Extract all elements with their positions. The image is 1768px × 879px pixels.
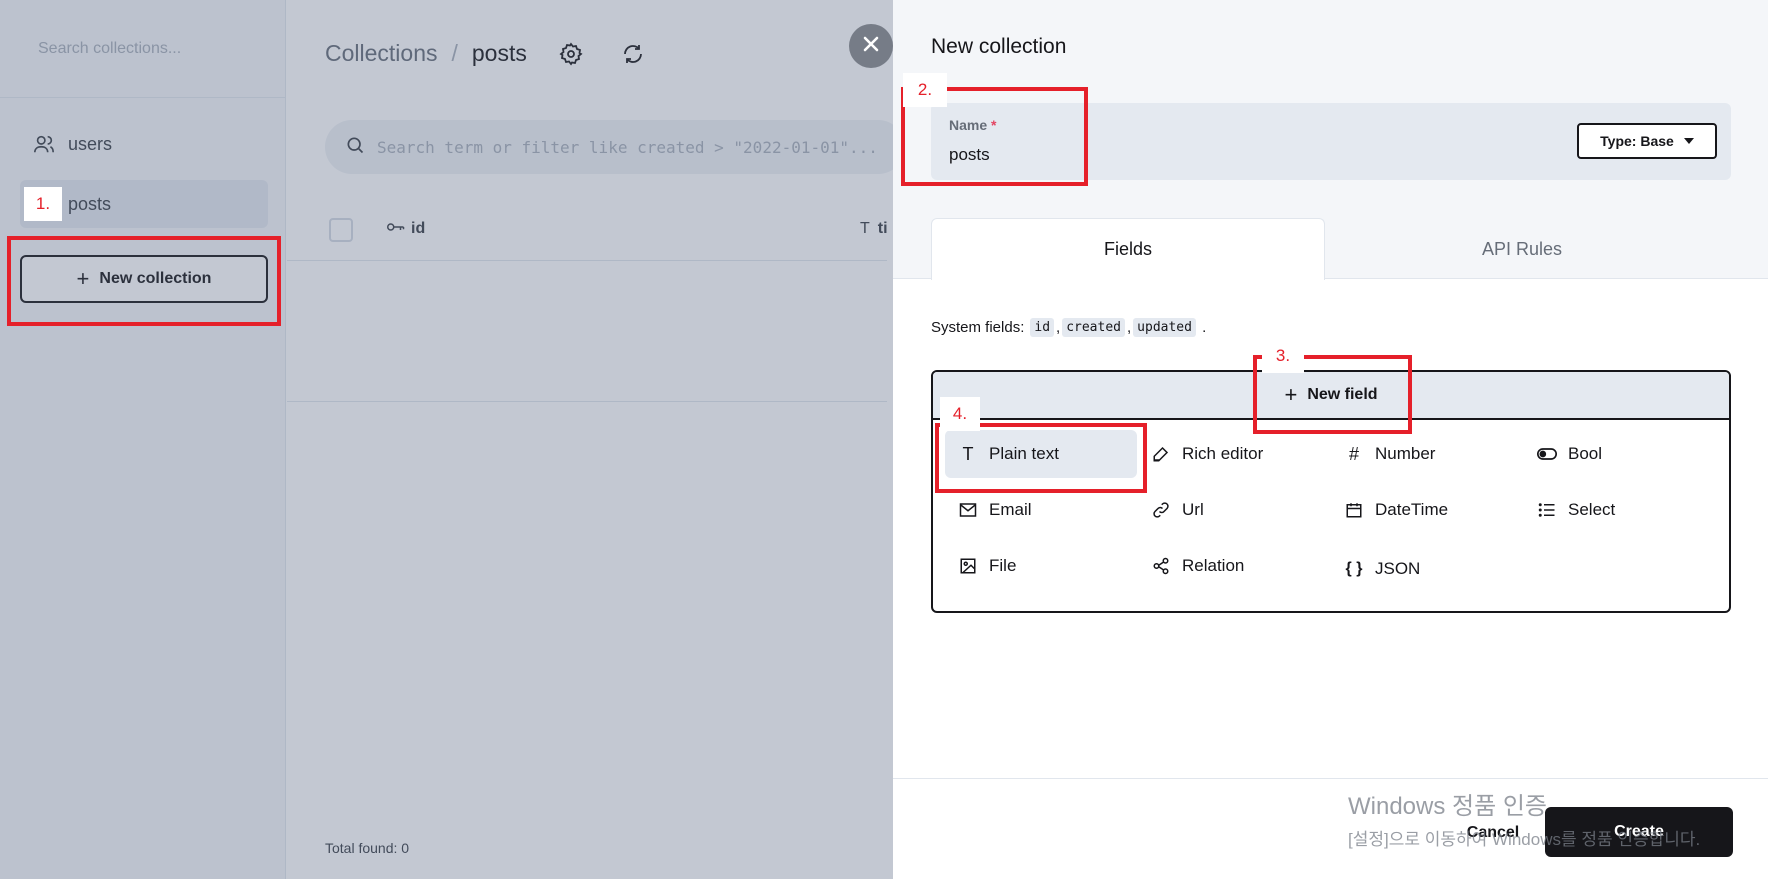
system-field-created: created — [1062, 318, 1125, 337]
field-type-label: Select — [1568, 500, 1616, 519]
caret-down-icon — [1683, 138, 1694, 144]
field-type-number[interactable]: # Number — [1331, 430, 1523, 478]
link-icon — [1150, 499, 1172, 521]
system-field-updated: updated — [1133, 318, 1196, 337]
field-type-datetime[interactable]: DateTime — [1331, 486, 1523, 534]
windows-activation-watermark: Windows 정품 인증 [설정]으로 이동하여 Windows를 정품 인증… — [1348, 786, 1700, 850]
modal-overlay[interactable] — [0, 0, 893, 879]
field-type-url[interactable]: Url — [1138, 486, 1330, 534]
annotation-step-3: 3. — [1262, 339, 1304, 373]
field-type-file[interactable]: File — [945, 542, 1137, 590]
close-panel-button[interactable] — [849, 24, 893, 68]
toggle-icon — [1536, 443, 1558, 465]
tab-fields[interactable]: Fields — [931, 218, 1325, 280]
field-type-label: Email — [989, 500, 1032, 519]
field-type-relation[interactable]: Relation — [1138, 542, 1330, 590]
relation-icon — [1150, 555, 1172, 577]
type-dropdown-label: Type: Base — [1600, 133, 1674, 149]
braces-icon: { } — [1345, 560, 1363, 577]
field-type-rich-editor[interactable]: Rich editor — [1138, 430, 1330, 478]
hash-icon: # — [1348, 443, 1359, 464]
image-icon — [957, 555, 979, 577]
annotation-step-2: 2. — [903, 73, 947, 107]
annotation-step-1: 1. — [24, 187, 62, 221]
field-type-email[interactable]: Email — [945, 486, 1137, 534]
field-type-label: DateTime — [1375, 500, 1449, 519]
annotation-step-4: 4. — [940, 397, 980, 431]
pen-icon — [1150, 443, 1172, 465]
system-fields: System fields: id, created, updated . — [931, 318, 1207, 337]
mail-icon — [957, 499, 979, 521]
field-type-label: Bool — [1568, 444, 1603, 463]
panel-title: New collection — [931, 35, 1067, 58]
type-dropdown-button[interactable]: Type: Base — [1577, 123, 1717, 159]
field-type-label: Number — [1375, 444, 1436, 463]
list-icon — [1536, 499, 1558, 521]
tab-api-rules-label: API Rules — [1481, 238, 1563, 259]
watermark-line-2: [설정]으로 이동하여 Windows를 정품 인증합니다. — [1348, 830, 1701, 849]
tab-api-rules[interactable]: API Rules — [1325, 218, 1719, 280]
close-icon — [862, 35, 880, 58]
system-fields-label: System fields: — [931, 319, 1025, 336]
field-type-label: Url — [1182, 500, 1204, 519]
field-type-label: File — [989, 556, 1017, 575]
field-type-label: Rich editor — [1182, 444, 1264, 463]
annotation-highlight-1 — [7, 236, 281, 326]
system-field-id: id — [1030, 318, 1055, 337]
watermark-line-1: Windows 정품 인증 — [1348, 793, 1548, 820]
calendar-icon — [1343, 499, 1365, 521]
annotation-highlight-4 — [935, 423, 1147, 493]
field-type-label: JSON — [1375, 559, 1421, 578]
tab-fields-label: Fields — [1103, 239, 1152, 259]
field-type-json[interactable]: { } JSON — [1331, 545, 1523, 593]
field-type-select[interactable]: Select — [1524, 486, 1716, 534]
field-type-bool[interactable]: Bool — [1524, 430, 1716, 478]
field-type-label: Relation — [1182, 556, 1245, 575]
